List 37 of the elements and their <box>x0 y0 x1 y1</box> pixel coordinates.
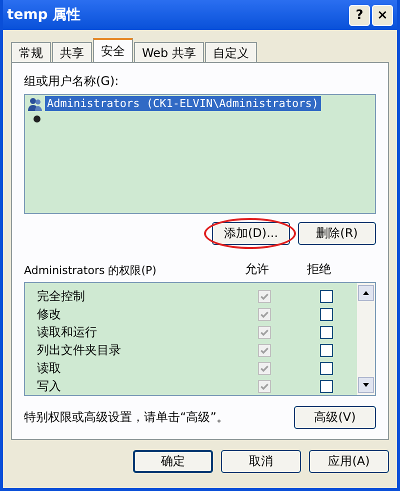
permission-name: 读取和运行 <box>37 324 98 340</box>
permission-name: 读取 <box>37 360 62 376</box>
help-button[interactable]: ? <box>349 4 370 26</box>
tab[interactable]: 自定义 <box>204 42 257 62</box>
checkbox[interactable] <box>320 344 332 356</box>
apply-button[interactable]: 应用(A) <box>309 450 389 473</box>
users-label: 组或用户名称(G): <box>24 73 120 90</box>
remove-button[interactable]: 删除(R) <box>298 222 376 245</box>
column-header: 拒绝 <box>306 261 332 278</box>
checkbox[interactable] <box>320 308 332 320</box>
tab[interactable]: Web 共享 <box>134 42 204 62</box>
scroll-up-icon[interactable] <box>358 285 374 301</box>
checkbox[interactable] <box>320 380 332 392</box>
scroll-down-icon[interactable] <box>358 377 374 393</box>
user-icon <box>33 115 41 123</box>
permissions-label: Administrators 的权限(P) <box>24 263 158 278</box>
advanced-note: 特别权限或高级设置，请单击“高级”。 <box>24 409 228 426</box>
checkbox[interactable] <box>320 326 332 338</box>
permission-name: 列出文件夹目录 <box>37 342 122 358</box>
ok-button[interactable]: 确定 <box>133 450 213 473</box>
tab[interactable]: 常规 <box>11 42 51 62</box>
tab[interactable]: 共享 <box>52 42 92 62</box>
checkbox[interactable] <box>320 362 332 374</box>
cancel-button[interactable]: 取消 <box>221 450 301 473</box>
checkbox[interactable] <box>320 290 332 302</box>
column-header: 允许 <box>244 261 270 278</box>
permission-name: 修改 <box>37 306 62 322</box>
group-icon <box>27 96 43 112</box>
user-item[interactable]: Administrators (CK1-ELVIN\Administrators) <box>45 96 321 111</box>
tab[interactable]: 安全 <box>93 38 133 62</box>
advanced-button[interactable]: 高级(V) <box>294 406 376 429</box>
permission-name: 写入 <box>37 378 62 394</box>
scrollbar[interactable] <box>357 283 375 395</box>
window-title: temp 属性 <box>7 6 81 24</box>
permission-name: 完全控制 <box>37 288 86 304</box>
close-button[interactable]: × <box>372 4 393 26</box>
add-button[interactable]: 添加(D)... <box>212 222 290 245</box>
